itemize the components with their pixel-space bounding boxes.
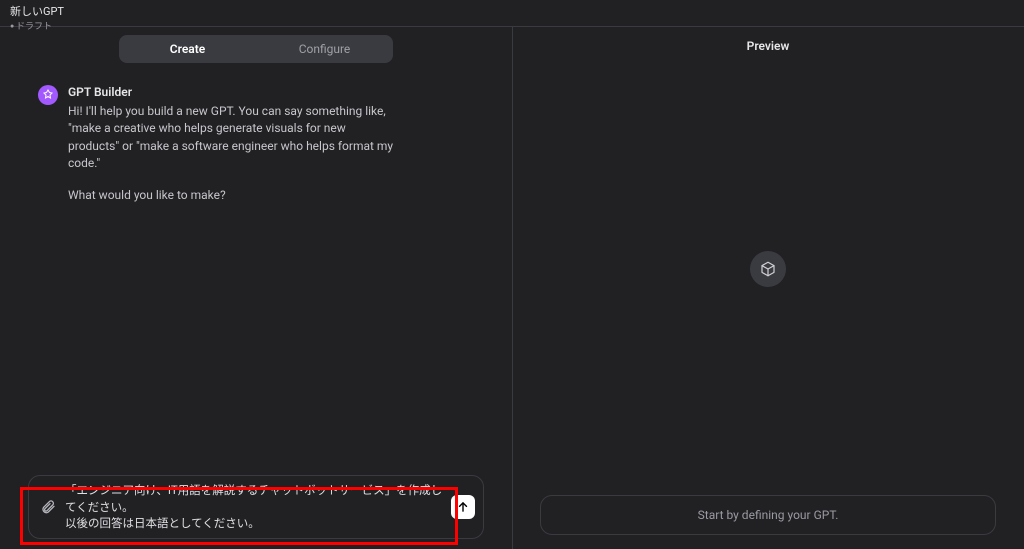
preview-input-area: Start by defining your GPT. bbox=[512, 485, 1024, 549]
chat-input-area: 「エンジニア向け、IT用語を解説するチャットボットサービス」を作成してください。… bbox=[0, 465, 512, 549]
preview-body bbox=[512, 53, 1024, 485]
create-panel: Create Configure GPT Builder Hi! I'll he… bbox=[0, 27, 512, 549]
builder-question: What would you like to make? bbox=[68, 187, 398, 204]
gpt-title: 新しいGPT bbox=[10, 3, 1014, 19]
preview-title: Preview bbox=[512, 27, 1024, 53]
preview-placeholder: Start by defining your GPT. bbox=[698, 508, 839, 522]
preview-input: Start by defining your GPT. bbox=[540, 495, 996, 535]
builder-name: GPT Builder bbox=[68, 85, 482, 99]
builder-message: GPT Builder Hi! I'll help you build a ne… bbox=[38, 85, 482, 218]
conversation: GPT Builder Hi! I'll help you build a ne… bbox=[0, 63, 512, 465]
cube-icon bbox=[750, 251, 786, 287]
chat-input[interactable]: 「エンジニア向け、IT用語を解説するチャットボットサービス」を作成してください。… bbox=[28, 475, 484, 539]
mode-tabs: Create Configure bbox=[119, 35, 393, 63]
attach-icon[interactable] bbox=[39, 498, 57, 516]
chat-input-text[interactable]: 「エンジニア向け、IT用語を解説するチャットボットサービス」を作成してください。… bbox=[65, 482, 443, 532]
window-header: 新しいGPT ドラフト bbox=[0, 0, 1024, 26]
builder-intro: Hi! I'll help you build a new GPT. You c… bbox=[68, 103, 398, 173]
tab-configure[interactable]: Configure bbox=[256, 35, 393, 63]
preview-panel: Preview Start by defining your GPT. bbox=[512, 27, 1024, 549]
send-button[interactable] bbox=[451, 495, 475, 519]
builder-avatar bbox=[38, 85, 58, 105]
builder-text: Hi! I'll help you build a new GPT. You c… bbox=[68, 103, 398, 204]
tab-create[interactable]: Create bbox=[119, 35, 256, 63]
